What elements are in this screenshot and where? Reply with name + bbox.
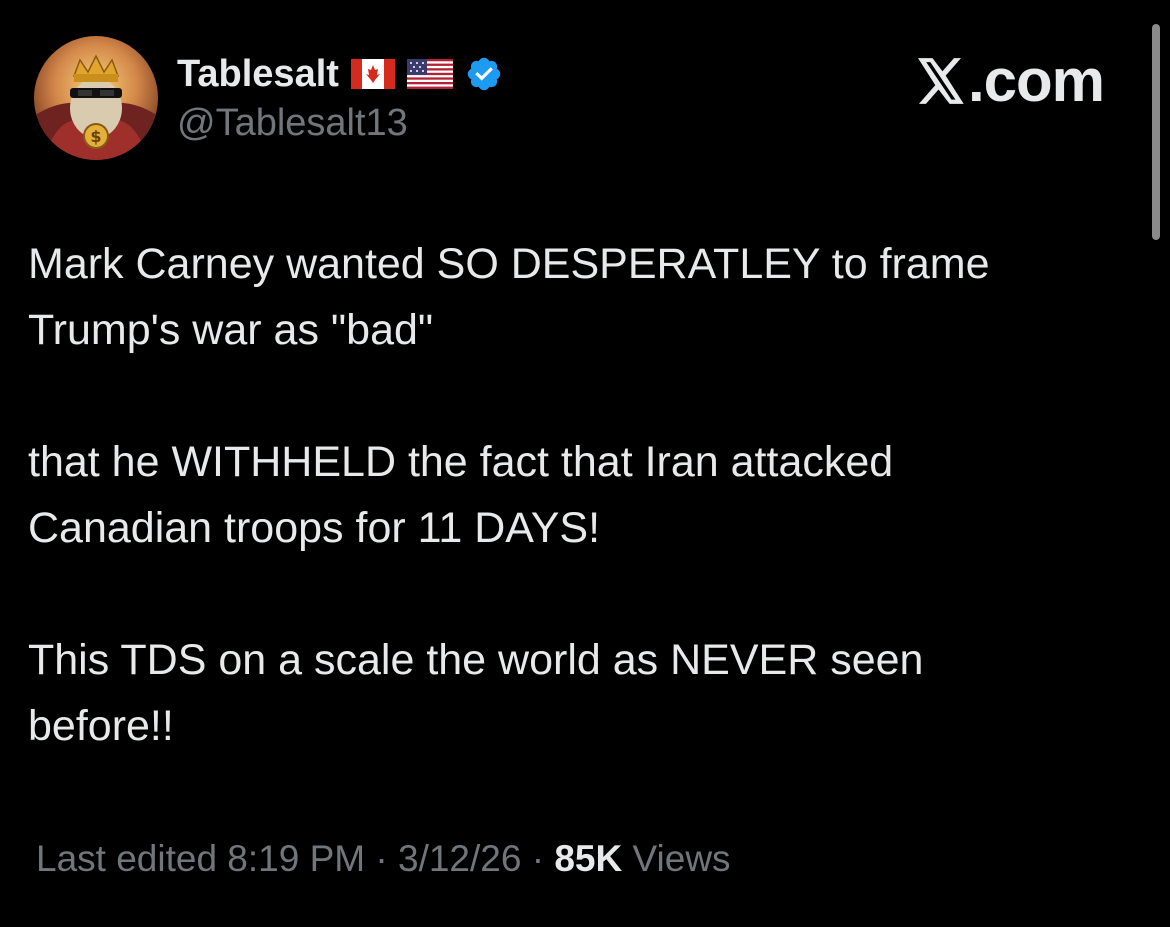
verified-badge-icon (465, 55, 503, 93)
post-metadata: Last edited 8:19 PM · 3/12/26 · 85K View… (36, 838, 731, 880)
author-handle[interactable]: @Tablesalt13 (177, 102, 408, 145)
scrollbar[interactable] (1152, 24, 1160, 240)
edited-timestamp[interactable]: Last edited 8:19 PM (36, 838, 365, 879)
author-name-row[interactable]: Tablesalt (177, 50, 503, 98)
post-text-line: Canadian troops for 11 DAYS! (28, 504, 601, 552)
views-label: Views (632, 838, 731, 879)
post-paragraph: that he WITHHELD the fact that Iran atta… (28, 429, 1118, 561)
author-display-name[interactable]: Tablesalt (177, 53, 339, 96)
post-paragraph: Mark Carney wanted SO DESPERATLEY to fra… (28, 231, 1118, 363)
x-logo-icon (917, 57, 964, 104)
post-date[interactable]: 3/12/26 (398, 838, 521, 879)
canada-flag-icon (350, 59, 395, 89)
meta-separator: · (531, 838, 545, 879)
avatar[interactable]: $ (34, 36, 158, 160)
post-body: Mark Carney wanted SO DESPERATLEY to fra… (28, 231, 1118, 759)
brand-label: .com (967, 47, 1105, 114)
views-count: 85K (554, 838, 623, 879)
post-paragraph: This TDS on a scale the world as NEVER s… (28, 627, 1118, 759)
usa-flag-icon (406, 59, 453, 89)
post-text-line: Trump's war as "bad" (28, 306, 434, 354)
brand-watermark: .com (916, 46, 1105, 115)
post-text-line: Mark Carney wanted SO DESPERATLEY to fra… (28, 240, 990, 288)
post-text-line: that he WITHHELD the fact that Iran atta… (28, 438, 894, 486)
post-text-line: before!! (28, 702, 174, 750)
post-text-line: This TDS on a scale the world as NEVER s… (28, 636, 924, 684)
meta-separator: · (375, 838, 388, 879)
svg-text:$: $ (90, 127, 101, 146)
avatar-image: $ (34, 36, 158, 160)
